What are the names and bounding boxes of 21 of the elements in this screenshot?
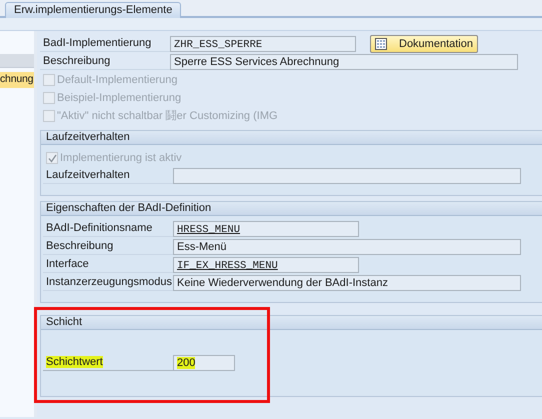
document-icon (375, 38, 387, 50)
checkbox-label: Default-Implementierung (57, 72, 178, 88)
checkbox-label: Beispiel-Implementierung (57, 90, 182, 106)
sidebar-item[interactable]: chnung (0, 72, 34, 88)
group-title: Schicht (41, 316, 542, 330)
input-field[interactable]: ZHR_ESS_SPERRE (170, 36, 356, 52)
input-field[interactable]: 200 (173, 355, 235, 371)
input-field[interactable]: HRESS_MENU (173, 221, 359, 237)
input-field[interactable]: Keine Wiederverwendung der BAdI-Instanz (173, 275, 521, 291)
tab[interactable]: Erw.implementierungs-Elemente (5, 2, 182, 18)
checkbox-label: "Aktiv" nicht schaltbar 鬪er Customizing (IMG (57, 108, 278, 124)
group-title: Eigenschaften der BAdI-Definition (41, 202, 542, 216)
input-field[interactable]: IF_EX_HRESS_MENU (173, 257, 359, 273)
input-field[interactable] (173, 168, 521, 184)
checkbox-label: Implementierung ist aktiv (60, 150, 182, 166)
input-field[interactable]: Ess-Menü (173, 239, 521, 255)
field-label: Schichtwert (43, 355, 173, 371)
group-title: Laufzeitverhalten (41, 131, 542, 145)
input-field[interactable]: Sperre ESS Services Abrechnung (170, 54, 518, 70)
sidebar-header (0, 54, 34, 68)
documentation-button[interactable]: Dokumentation (370, 35, 478, 53)
